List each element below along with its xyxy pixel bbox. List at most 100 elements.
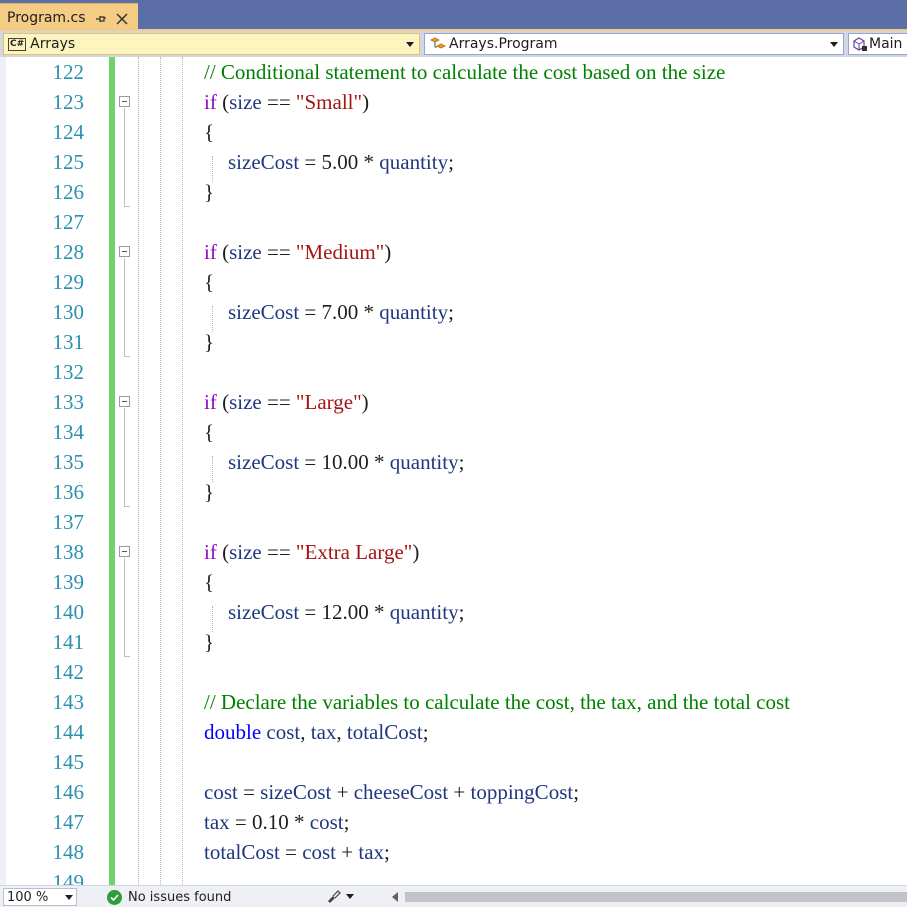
code-line[interactable]: 142 xyxy=(0,657,907,687)
line-number: 138 xyxy=(52,540,85,564)
method-icon xyxy=(852,36,868,52)
type-dropdown[interactable]: Arrays.Program xyxy=(424,33,844,55)
line-text: tax = 0.10 * cost; xyxy=(204,810,350,834)
line-text: } xyxy=(204,630,215,654)
code-line[interactable]: 146 cost = sizeCost + cheeseCost + toppi… xyxy=(0,777,907,807)
line-text: sizeCost = 5.00 * quantity; xyxy=(228,150,454,174)
line-number: 122 xyxy=(52,60,85,84)
line-number: 139 xyxy=(52,570,85,594)
code-line[interactable]: 128 if (size == "Medium") xyxy=(0,237,907,267)
line-number: 130 xyxy=(52,300,85,324)
line-number: 127 xyxy=(52,210,85,234)
line-text: { xyxy=(204,270,215,294)
code-line[interactable]: 148 totalCost = cost + tax; xyxy=(0,837,907,867)
code-line[interactable]: 149 xyxy=(0,867,907,885)
line-number: 144 xyxy=(52,720,85,744)
code-line[interactable]: 131 } xyxy=(0,327,907,357)
code-line[interactable]: 134 { xyxy=(0,417,907,447)
line-number: 141 xyxy=(52,630,85,654)
csharp-project-icon: C# xyxy=(8,37,27,51)
member-dropdown[interactable]: Main xyxy=(848,33,907,55)
brush-icon xyxy=(328,890,341,903)
pin-icon[interactable] xyxy=(95,12,107,24)
code-line[interactable]: 143 // Declare the variables to calculat… xyxy=(0,687,907,717)
code-line[interactable]: 133 if (size == "Large") xyxy=(0,387,907,417)
issues-text: No issues found xyxy=(128,889,232,905)
line-number: 147 xyxy=(52,810,85,834)
code-editor[interactable]: 122 // Conditional statement to calculat… xyxy=(0,57,907,885)
code-line[interactable]: 145 xyxy=(0,747,907,777)
line-number: 128 xyxy=(52,240,85,264)
line-number: 143 xyxy=(52,690,85,714)
document-tab-strip: Program.cs xyxy=(0,0,907,31)
project-dropdown[interactable]: C# Arrays xyxy=(3,33,420,55)
line-text: if (size == "Extra Large") xyxy=(204,540,420,564)
code-line[interactable]: 126 } xyxy=(0,177,907,207)
line-text: } xyxy=(204,480,215,504)
line-text: sizeCost = 7.00 * quantity; xyxy=(228,300,454,324)
code-line[interactable]: 140 sizeCost = 12.00 * quantity; xyxy=(0,597,907,627)
line-text: sizeCost = 10.00 * quantity; xyxy=(228,450,465,474)
code-line[interactable]: 124 { xyxy=(0,117,907,147)
code-line[interactable]: 130 sizeCost = 7.00 * quantity; xyxy=(0,297,907,327)
code-line[interactable]: 144 double cost, tax, totalCost; xyxy=(0,717,907,747)
scroll-left-arrow[interactable] xyxy=(392,891,398,906)
tab-title: Program.cs xyxy=(7,9,86,26)
code-line[interactable]: 137 xyxy=(0,507,907,537)
code-line[interactable]: 136 } xyxy=(0,477,907,507)
line-text: { xyxy=(204,570,215,594)
line-number: 132 xyxy=(52,360,85,384)
line-text: } xyxy=(204,330,215,354)
code-line[interactable]: 125 sizeCost = 5.00 * quantity; xyxy=(0,147,907,177)
line-text: { xyxy=(204,420,215,444)
code-line[interactable]: 141 } xyxy=(0,627,907,657)
code-line[interactable]: 127 xyxy=(0,207,907,237)
zoom-dropdown[interactable]: 100 % xyxy=(3,888,77,906)
line-number: 133 xyxy=(52,390,85,414)
chevron-down-icon[interactable] xyxy=(65,889,73,905)
line-text: if (size == "Large") xyxy=(204,390,369,414)
line-number: 136 xyxy=(52,480,85,504)
type-name: Arrays.Program xyxy=(449,36,558,52)
code-line[interactable]: 129 { xyxy=(0,267,907,297)
close-icon[interactable] xyxy=(115,12,128,25)
code-cleanup-button[interactable] xyxy=(326,889,354,903)
line-number: 140 xyxy=(52,600,85,624)
code-line[interactable]: 135 sizeCost = 10.00 * quantity; xyxy=(0,447,907,477)
line-text: sizeCost = 12.00 * quantity; xyxy=(228,600,465,624)
line-number: 131 xyxy=(52,330,85,354)
horizontal-scrollbar[interactable] xyxy=(405,892,907,902)
code-line[interactable]: 139 { xyxy=(0,567,907,597)
line-text: { xyxy=(204,120,215,144)
line-number: 137 xyxy=(52,510,85,534)
check-icon xyxy=(107,889,122,905)
member-name: Main xyxy=(869,36,903,52)
code-line[interactable]: 138 if (size == "Extra Large") xyxy=(0,537,907,567)
chevron-down-icon[interactable] xyxy=(403,34,417,54)
line-number: 149 xyxy=(52,870,85,885)
code-line[interactable]: 123 if (size == "Small") xyxy=(0,87,907,117)
project-name: Arrays xyxy=(30,36,76,52)
chevron-down-icon xyxy=(346,893,354,899)
line-text: // Declare the variables to calculate th… xyxy=(204,690,791,714)
line-number: 129 xyxy=(52,270,85,294)
navigation-bar: C# Arrays Arrays.Program Main xyxy=(0,31,907,57)
line-text: if (size == "Small") xyxy=(204,90,370,114)
line-number: 142 xyxy=(52,660,85,684)
code-line[interactable]: 147 tax = 0.10 * cost; xyxy=(0,807,907,837)
code-line[interactable]: 122 // Conditional statement to calculat… xyxy=(0,57,907,87)
line-number: 125 xyxy=(52,150,85,174)
line-text: cost = sizeCost + cheeseCost + toppingCo… xyxy=(204,780,580,804)
line-text: // Conditional statement to calculate th… xyxy=(204,60,726,84)
line-number: 123 xyxy=(52,90,85,114)
line-text: if (size == "Medium") xyxy=(204,240,392,264)
line-number: 148 xyxy=(52,840,85,864)
line-number: 134 xyxy=(52,420,85,444)
tab-program-cs[interactable]: Program.cs xyxy=(0,3,138,31)
zoom-level: 100 % xyxy=(7,889,49,905)
line-text: } xyxy=(204,180,215,204)
line-number: 135 xyxy=(52,450,85,474)
issues-indicator[interactable]: No issues found xyxy=(107,888,231,906)
chevron-down-icon[interactable] xyxy=(827,34,841,54)
code-line[interactable]: 132 xyxy=(0,357,907,387)
